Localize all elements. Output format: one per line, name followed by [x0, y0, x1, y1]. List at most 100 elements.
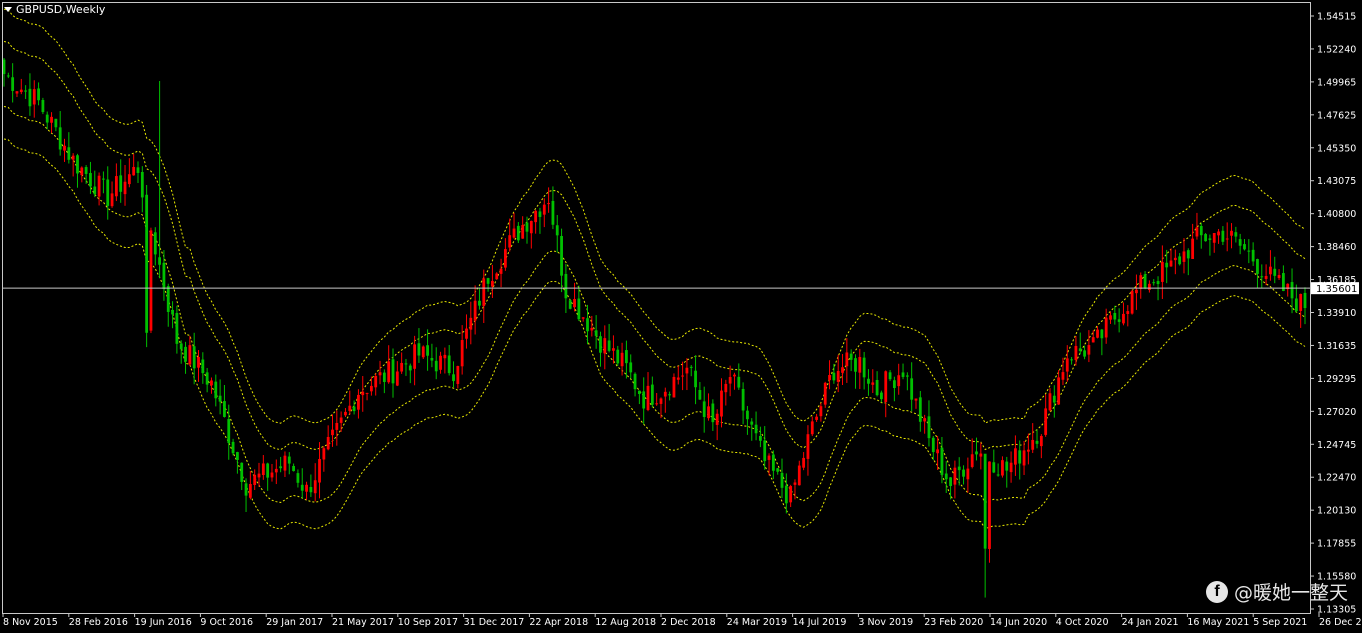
candle-body	[63, 145, 66, 151]
candle-body	[542, 204, 546, 215]
candle-body	[590, 327, 594, 331]
candle	[568, 299, 572, 310]
candle-body	[1238, 239, 1242, 246]
candle-body	[344, 411, 347, 416]
candle-body	[305, 484, 308, 492]
candle-body	[1057, 377, 1061, 405]
candle-body	[1204, 234, 1207, 242]
candle-body	[175, 312, 179, 344]
candle-body	[106, 179, 110, 206]
candle-body	[145, 194, 149, 333]
x-tick-label: 31 Dec 2017	[464, 617, 525, 628]
candle-body	[1018, 450, 1022, 464]
candle-body	[750, 421, 754, 425]
candle-body	[620, 352, 624, 367]
candle-body	[797, 465, 801, 486]
candle-body	[465, 328, 468, 339]
candle-body	[793, 482, 797, 485]
candle-body	[456, 366, 460, 384]
candle-body	[136, 167, 140, 173]
chart-title[interactable]: GBPUSD,Weekly	[4, 3, 105, 16]
candle-body	[1260, 276, 1264, 278]
candle-body	[862, 357, 866, 378]
candle-body	[408, 365, 412, 371]
candle-body	[1070, 359, 1073, 361]
candle-body	[949, 477, 952, 487]
candle-body	[1234, 232, 1238, 237]
candle-body	[836, 370, 840, 382]
candle-body	[426, 345, 429, 356]
candle-body	[1217, 231, 1220, 236]
candle-body	[892, 380, 896, 388]
candle-body	[1022, 450, 1026, 466]
candle-body	[357, 394, 360, 410]
candle-body	[724, 383, 728, 393]
x-tick-label: 12 Aug 2018	[595, 617, 656, 628]
candle-body	[1061, 372, 1065, 380]
candle-body	[1182, 251, 1186, 262]
x-tick-label: 21 May 2017	[332, 617, 394, 628]
candle-body	[413, 344, 417, 369]
candle-body	[1026, 449, 1030, 452]
candle-body	[132, 166, 136, 176]
y-tick-label: 1.49965	[1317, 77, 1356, 88]
candle-body	[914, 398, 918, 401]
candle-body	[1243, 244, 1246, 250]
candle-body	[210, 380, 213, 386]
candle-body	[236, 452, 239, 460]
candle-body	[1251, 249, 1255, 262]
candle-body	[888, 372, 892, 380]
candle-body	[720, 390, 723, 417]
candle-body	[1130, 291, 1134, 314]
candle-body	[508, 235, 512, 248]
candle-body	[979, 453, 983, 457]
candle-body	[382, 372, 386, 383]
candle-body	[1152, 282, 1156, 284]
candle-body	[612, 348, 615, 351]
candle-body	[1117, 319, 1121, 322]
candle-body	[127, 174, 131, 185]
candle-body	[707, 406, 710, 419]
x-tick-label: 22 Apr 2018	[529, 617, 588, 628]
candle-body	[1225, 238, 1229, 240]
candle-body	[828, 375, 831, 381]
x-tick-label: 9 Oct 2016	[200, 617, 253, 628]
candle-body	[395, 371, 399, 386]
candle-body	[1221, 230, 1225, 242]
candle-body	[581, 317, 585, 319]
candle-body	[858, 356, 862, 373]
candle-body	[802, 457, 806, 468]
candle-body	[698, 389, 702, 400]
candle-body	[854, 358, 857, 372]
y-tick-label: 1.43075	[1317, 176, 1356, 187]
candle-body	[1208, 238, 1212, 240]
x-tick-label: 26 Dec 2021	[1319, 617, 1362, 628]
dropdown-triangle-icon[interactable]	[4, 7, 12, 12]
candle-body	[599, 336, 602, 353]
candle-body	[512, 228, 516, 238]
candle-body	[2, 59, 6, 75]
candle-body	[421, 346, 425, 358]
candle-body	[369, 385, 373, 392]
candle-body	[694, 370, 697, 388]
candle-body	[1100, 329, 1104, 339]
candle-body	[32, 89, 36, 105]
candle-body	[672, 376, 676, 398]
candle-body	[711, 403, 715, 423]
candle-body	[89, 173, 92, 187]
candle-body	[746, 410, 749, 420]
candle-body	[910, 378, 914, 400]
candle-body	[339, 417, 343, 423]
candle-body	[149, 230, 153, 331]
candle-body	[966, 468, 970, 480]
candle-body	[417, 343, 421, 356]
watermark: f @暖她一整天	[1205, 578, 1348, 605]
candle-body	[771, 454, 775, 471]
candle-body	[1156, 281, 1160, 285]
candle-body	[171, 309, 174, 315]
candle-body	[1009, 462, 1013, 473]
candle-body	[430, 357, 434, 361]
candle-body	[970, 454, 974, 467]
candle	[1130, 289, 1134, 315]
candlestick-chart[interactable]: 1.35601 1.545151.522401.499651.476251.45…	[0, 0, 1362, 633]
